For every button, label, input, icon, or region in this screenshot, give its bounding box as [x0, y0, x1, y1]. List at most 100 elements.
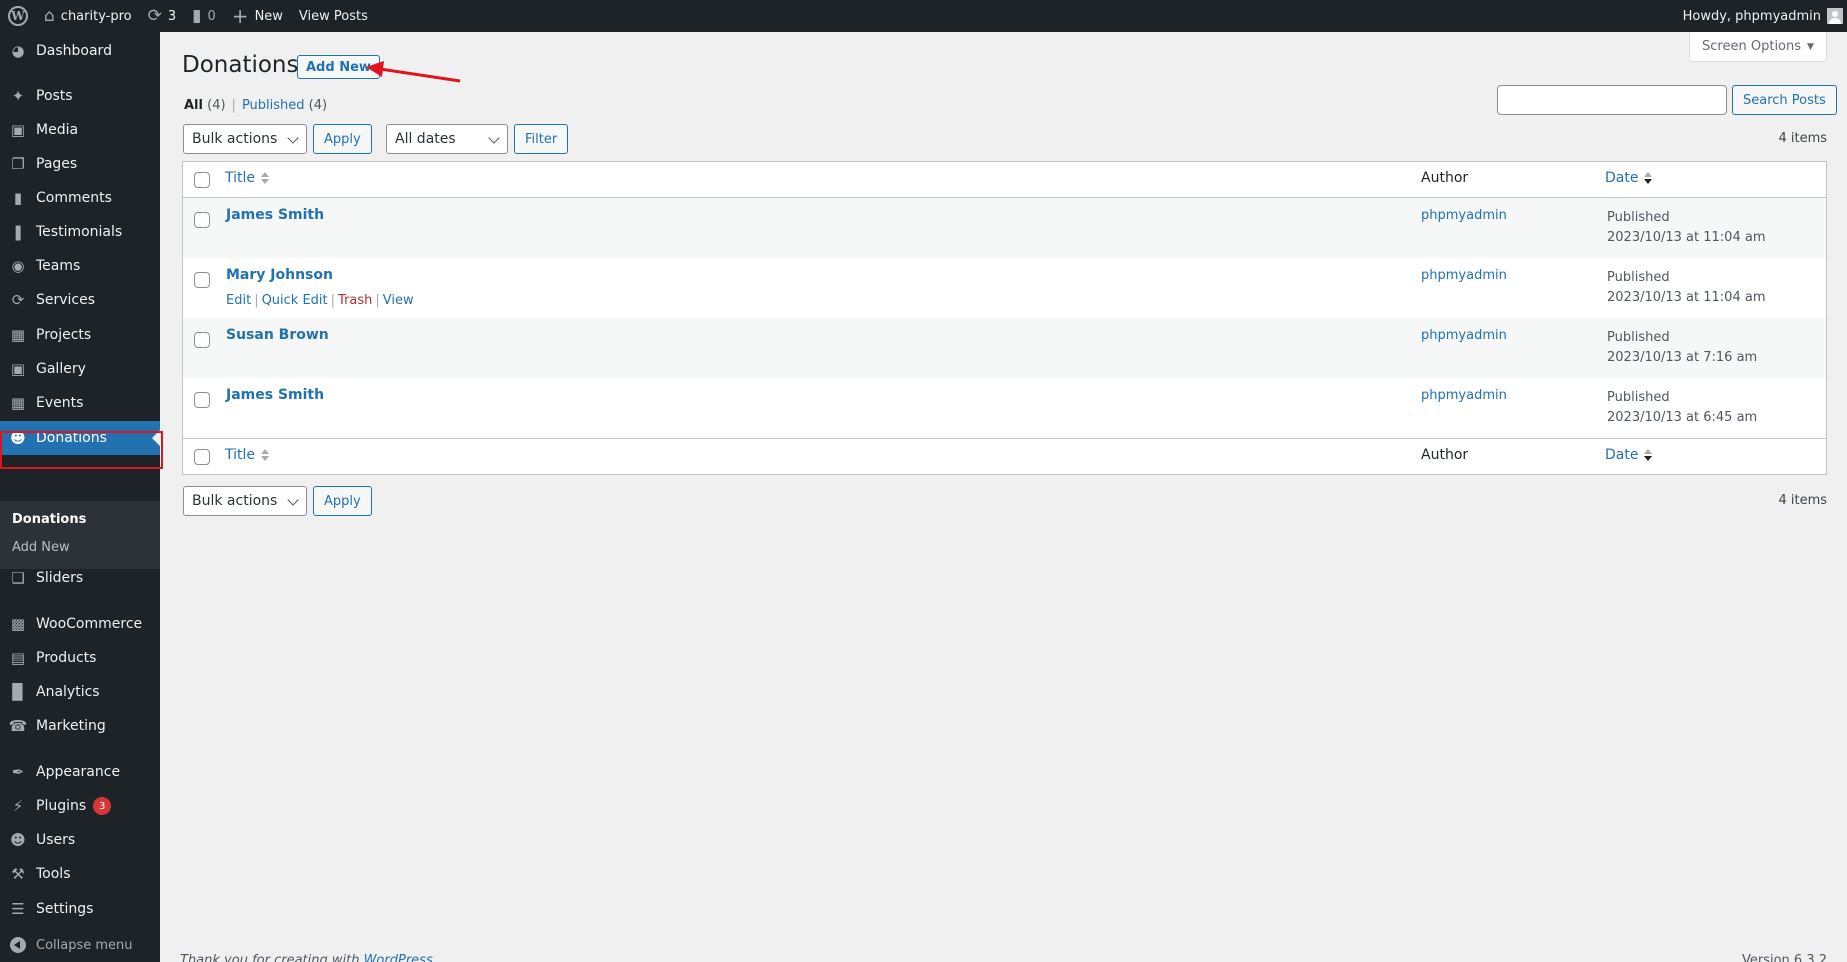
table-row: James Smith phpmyadmin Published 2023/10/… — [183, 198, 1826, 258]
sidebar-item-projects[interactable]: ▦ Projects — [0, 318, 160, 352]
row-status: Published — [1607, 330, 1670, 345]
sidebar-item-appearance[interactable]: ✒ Appearance — [0, 755, 160, 789]
sidebar-item-products[interactable]: ▤ Products — [0, 641, 160, 675]
row-status: Published — [1607, 270, 1670, 285]
sidebar-item-comments[interactable]: ▮ Comments — [0, 181, 160, 215]
filter-all-link[interactable]: All — [184, 98, 203, 113]
settings-icon: ☰ — [11, 900, 25, 918]
sort-title-link-footer[interactable]: Title — [225, 447, 270, 463]
sidebar-item-label: Comments — [36, 190, 112, 206]
wordpress-link[interactable]: WordPress — [364, 953, 433, 962]
row-status: Published — [1607, 390, 1670, 405]
sort-date-link-footer[interactable]: Date — [1605, 447, 1653, 463]
title-column-label: Title — [225, 170, 256, 186]
trash-link[interactable]: Trash — [338, 293, 372, 308]
row-author-link[interactable]: phpmyadmin — [1421, 208, 1507, 223]
page-title: Donations — [182, 52, 299, 78]
sidebar-item-tools[interactable]: ⚒ Tools — [0, 857, 160, 891]
main-content: Screen Options ▼ Donations Add New All (4… — [160, 32, 1847, 962]
sidebar-item-pages[interactable]: ❐ Pages — [0, 147, 160, 181]
row-title-link[interactable]: James Smith — [226, 387, 324, 403]
row-title-link[interactable]: James Smith — [226, 207, 324, 223]
sidebar-item-services[interactable]: ⟳ Services — [0, 283, 160, 317]
row-checkbox[interactable] — [194, 332, 210, 348]
my-account-link[interactable]: Howdy, phpmyadmin — [1675, 0, 1847, 32]
sidebar-item-marketing[interactable]: ☎ Marketing — [0, 709, 160, 743]
row-date-value: 2023/10/13 at 7:16 am — [1607, 350, 1758, 365]
row-date-value: 2023/10/13 at 6:45 am — [1607, 410, 1758, 425]
table-header: Title Author Date — [183, 162, 1826, 198]
row-checkbox[interactable] — [194, 392, 210, 408]
row-date: Published 2023/10/13 at 7:16 am — [1607, 328, 1757, 368]
items-count-top: 4 items — [1778, 131, 1827, 146]
sidebar-item-label: Users — [36, 832, 76, 848]
sidebar-item-label: Testimonials — [36, 224, 123, 240]
plugins-update-badge: 3 — [93, 797, 112, 815]
grid-icon: ▦ — [10, 394, 26, 412]
bulk-actions-select-top[interactable]: Bulk actions — [183, 124, 307, 154]
caret-down-icon: ▼ — [1807, 41, 1814, 52]
sidebar-item-woocommerce[interactable]: ▩ WooCommerce — [0, 607, 160, 641]
quick-edit-link[interactable]: Quick Edit — [262, 293, 328, 308]
sidebar-item-label: Tools — [36, 866, 71, 882]
submenu-item-donations[interactable]: Donations — [12, 512, 86, 527]
row-author-link[interactable]: phpmyadmin — [1421, 388, 1507, 403]
apply-button-top[interactable]: Apply — [313, 124, 372, 154]
bulk-actions-select-bottom[interactable]: Bulk actions — [183, 486, 307, 516]
site-name-link[interactable]: ⌂ charity-pro — [36, 0, 140, 32]
screen-options-button[interactable]: Screen Options ▼ — [1689, 32, 1827, 62]
row-checkbox[interactable] — [194, 212, 210, 228]
edit-link[interactable]: Edit — [226, 293, 251, 308]
new-content-link[interactable]: + New — [224, 0, 291, 32]
sidebar-item-plugins[interactable]: ⚡ Plugins 3 — [0, 789, 160, 823]
sort-date-link[interactable]: Date — [1605, 170, 1653, 186]
sidebar-item-teams[interactable]: ◉ Teams — [0, 249, 160, 283]
search-input[interactable] — [1497, 85, 1727, 115]
filter-published-link[interactable]: Published (4) — [242, 98, 327, 113]
sidebar-item-dashboard[interactable]: ◕ Dashboard — [0, 34, 160, 68]
view-posts-link[interactable]: View Posts — [291, 0, 376, 32]
megaphone-icon: ☎ — [8, 717, 28, 735]
sidebar-item-settings[interactable]: ☰ Settings — [0, 892, 160, 926]
sidebar-item-testimonials[interactable]: ❚ Testimonials — [0, 215, 160, 249]
sidebar-item-label: Posts — [36, 88, 73, 104]
sidebar-item-gallery[interactable]: ▣ Gallery — [0, 352, 160, 386]
row-checkbox[interactable] — [194, 272, 210, 288]
table-footer: Title Author Date — [183, 438, 1826, 474]
row-author-link[interactable]: phpmyadmin — [1421, 268, 1507, 283]
row-title-link[interactable]: Mary Johnson — [226, 267, 333, 283]
collapse-menu-button[interactable]: Collapse menu — [0, 928, 160, 962]
table-row: James Smith phpmyadmin Published 2023/10/… — [183, 378, 1826, 438]
sidebar-item-label: Teams — [36, 258, 81, 274]
select-all-checkbox-footer[interactable] — [194, 449, 210, 465]
sidebar-item-users[interactable]: ☻ Users — [0, 823, 160, 857]
wrench-icon: ⚒ — [11, 865, 25, 883]
date-filter-select[interactable]: All dates — [386, 124, 508, 154]
sidebar-item-label: Events — [36, 395, 84, 411]
sidebar-item-label: Settings — [36, 901, 94, 917]
sidebar-item-analytics[interactable]: ▉ Analytics — [0, 675, 160, 709]
wp-logo-menu[interactable]: W — [0, 0, 36, 32]
row-author-link[interactable]: phpmyadmin — [1421, 328, 1507, 343]
sort-title-link[interactable]: Title — [225, 170, 270, 186]
sidebar-item-media[interactable]: ▣ Media — [0, 113, 160, 147]
sidebar-item-label: Media — [36, 122, 79, 138]
sidebar-item-events[interactable]: ▦ Events — [0, 386, 160, 420]
view-posts-label: View Posts — [298, 8, 368, 24]
row-title-link[interactable]: Susan Brown — [226, 327, 329, 343]
archive-icon: ▤ — [10, 649, 26, 667]
author-column-label: Author — [1421, 170, 1469, 186]
view-link[interactable]: View — [383, 293, 414, 308]
sidebar-item-posts[interactable]: ✦ Posts — [0, 79, 160, 113]
search-posts-button[interactable]: Search Posts — [1732, 85, 1837, 115]
user-icon: ☻ — [10, 831, 26, 849]
apply-button-bottom[interactable]: Apply — [313, 486, 372, 516]
comments-link[interactable]: ▮ 0 — [184, 0, 224, 32]
woo-icon: ▩ — [10, 615, 26, 633]
submenu-item-add-new[interactable]: Add New — [12, 540, 70, 555]
updates-link[interactable]: ⟳ 3 — [140, 0, 185, 32]
select-all-checkbox[interactable] — [194, 172, 210, 188]
row-actions: Edit | Quick Edit | Trash | View — [226, 293, 414, 308]
filter-button[interactable]: Filter — [514, 124, 569, 154]
sidebar-item-donations[interactable]: ☻ Donations — [0, 421, 160, 455]
